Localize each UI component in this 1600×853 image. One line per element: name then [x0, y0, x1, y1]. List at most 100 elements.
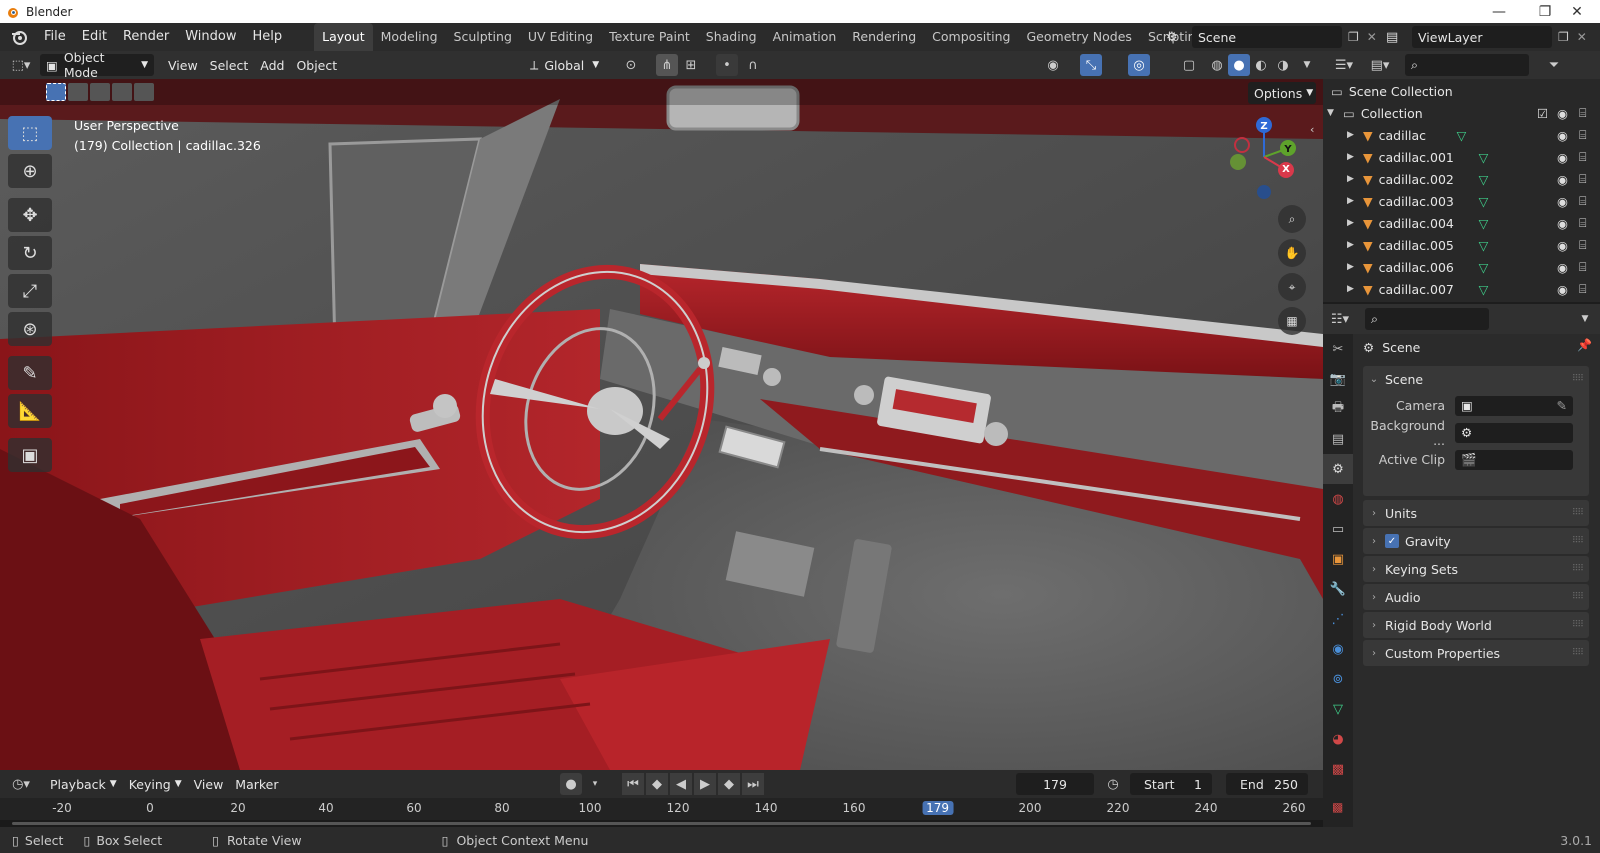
pin-icon[interactable]: 📌 [1577, 338, 1592, 352]
scene-tab-icon[interactable]: ⚙ [1323, 454, 1353, 484]
modifier-tab-icon[interactable]: 🔧 [1323, 574, 1353, 604]
camera-icon[interactable]: ⌸ [1579, 193, 1587, 209]
select-invert-icon[interactable] [112, 83, 132, 101]
drag-handle-icon[interactable]: ⠿⠿ [1572, 536, 1584, 546]
stopwatch-icon[interactable]: ◷ [1102, 773, 1124, 795]
orientation-dropdown[interactable]: ⟂ Global ▼ [524, 54, 605, 76]
outliner-row[interactable]: ▶ ▼ cadillac.006 ▽ ◉ ⌸ [1323, 256, 1600, 278]
custom-properties-panel[interactable]: › Custom Properties ⠿⠿ [1363, 640, 1589, 666]
expand-arrow-icon[interactable]: ▶ [1347, 262, 1363, 272]
tab-animation[interactable]: Animation [765, 23, 845, 51]
zoom-icon[interactable]: ⌕ [1278, 205, 1306, 233]
data-tab-icon[interactable]: ▽ [1323, 694, 1353, 724]
active-clip-field[interactable]: 🎬 [1455, 449, 1573, 470]
close-button[interactable]: ✕ [1554, 0, 1600, 23]
select-new-icon[interactable] [46, 83, 66, 101]
add-cube-tool-icon[interactable]: ▣ [8, 438, 52, 472]
proportional-edit-icon[interactable]: • [716, 54, 738, 76]
menu-view[interactable]: View [162, 54, 204, 76]
blender-menu-icon[interactable] [10, 28, 28, 46]
eye-icon[interactable]: ◉ [1557, 260, 1568, 275]
scale-tool-icon[interactable]: ⤢ [8, 274, 52, 308]
menu-select[interactable]: Select [204, 54, 255, 76]
visibility-icon[interactable]: ◉ [1042, 54, 1064, 76]
properties-editor-icon[interactable]: ☷▾ [1329, 308, 1351, 330]
tab-shading[interactable]: Shading [698, 23, 765, 51]
camera-field[interactable]: ▣ ✎ [1455, 395, 1573, 416]
expand-arrow-icon[interactable]: ▶ [1347, 130, 1363, 140]
select-subtract-icon[interactable] [90, 83, 110, 101]
menu-file[interactable]: File [36, 23, 74, 51]
expand-arrow-icon[interactable]: ▶ [1347, 284, 1363, 294]
chevron-down-icon[interactable]: ▼ [1574, 308, 1596, 330]
scene-panel-header[interactable]: ⌄ Scene ⠿⠿ [1363, 366, 1589, 392]
camera-icon[interactable]: ⌸ [1579, 171, 1587, 187]
current-frame-marker[interactable]: 179 [922, 801, 954, 815]
keying-sets-panel[interactable]: › Keying Sets ⠿⠿ [1363, 556, 1589, 582]
menu-keying[interactable]: Keying ▼ [123, 773, 188, 795]
eye-icon[interactable]: ◉ [1557, 128, 1568, 143]
rotate-tool-icon[interactable]: ↻ [8, 236, 52, 270]
render-tab-icon[interactable]: 📷 [1323, 364, 1353, 394]
world-tab-icon[interactable]: ◍ [1323, 484, 1353, 514]
camera-icon[interactable]: ⌸ [1579, 259, 1587, 275]
mode-dropdown[interactable]: ▣ Object Mode ▼ [40, 50, 154, 80]
select-intersect-icon[interactable] [134, 83, 154, 101]
physics-tab-icon[interactable]: ◉ [1323, 634, 1353, 664]
viewlayer-icon[interactable]: ▤ [1386, 30, 1412, 45]
next-keyframe-icon[interactable]: ◆ [718, 773, 740, 795]
end-frame-field[interactable]: End 250 [1226, 773, 1308, 795]
snap-icon[interactable]: ⋔ [656, 54, 678, 76]
eye-icon[interactable]: ◉ [1557, 216, 1568, 231]
chevron-down-icon[interactable]: ▾ [584, 773, 606, 795]
menu-playback[interactable]: Playback ▼ [44, 773, 123, 795]
duplicate-scene-icon[interactable]: ❐ [1348, 30, 1359, 44]
tab-geometry-nodes[interactable]: Geometry Nodes [1019, 23, 1140, 51]
tab-compositing[interactable]: Compositing [924, 23, 1018, 51]
measure-tool-icon[interactable]: 📐 [8, 394, 52, 428]
scene-selector[interactable]: Scene [1192, 26, 1342, 48]
particles-tab-icon[interactable]: ⋰ [1323, 604, 1353, 634]
outliner-row[interactable]: ▶ ▼ cadillac.004 ▽ ◉ ⌸ [1323, 212, 1600, 234]
outliner-row[interactable]: ▶ ▼ cadillac.007 ▽ ◉ ⌸ [1323, 278, 1600, 300]
jump-end-icon[interactable]: ⏭ [742, 773, 764, 795]
wireframe-shading-icon[interactable]: ◍ [1206, 54, 1228, 76]
display-mode-icon[interactable]: ▤▾ [1369, 54, 1391, 76]
properties-search[interactable]: ⌕ [1365, 308, 1489, 330]
texture-tab-icon[interactable]: ▩ [1323, 754, 1353, 784]
drag-handle-icon[interactable]: ⠿⠿ [1572, 564, 1584, 574]
camera-icon[interactable]: ⌸ [1579, 237, 1587, 253]
drag-handle-icon[interactable]: ⠿⠿ [1572, 592, 1584, 602]
play-icon[interactable]: ▶ [694, 773, 716, 795]
3d-viewport[interactable]: Options ▼ User Perspective (179) Collect… [0, 79, 1323, 770]
outliner-row[interactable]: ▶ ▼ cadillac ▽ ◉ ⌸ [1323, 124, 1600, 146]
outliner-row[interactable]: ▶ ▼ cadillac.005 ▽ ◉ ⌸ [1323, 234, 1600, 256]
snap-target-icon[interactable]: ⊞ [680, 54, 702, 76]
timeline-editor-icon[interactable]: ◷▾ [10, 773, 32, 795]
material-shading-icon[interactable]: ◐ [1250, 54, 1272, 76]
remove-viewlayer-icon[interactable]: ✕ [1577, 30, 1587, 44]
tab-uv-editing[interactable]: UV Editing [520, 23, 601, 51]
expand-arrow-icon[interactable]: ▼ [1327, 108, 1343, 118]
outliner-scene-collection[interactable]: ▭ Scene Collection [1323, 80, 1600, 102]
texture-icon[interactable]: ▩ [1332, 800, 1343, 814]
start-frame-field[interactable]: Start 1 [1130, 773, 1212, 795]
play-reverse-icon[interactable]: ◀ [670, 773, 692, 795]
view-layer-tab-icon[interactable]: ▤ [1323, 424, 1353, 454]
frame-ruler[interactable]: -20 0 20 40 60 80 100 120 140 160 179 200 220 240 260 [0, 798, 1323, 820]
material-tab-icon[interactable]: ◕ [1323, 724, 1353, 754]
tab-layout[interactable]: Layout [314, 23, 373, 51]
grid-toggle-icon[interactable]: ▦ [1278, 307, 1306, 335]
expand-arrow-icon[interactable]: ▶ [1347, 240, 1363, 250]
eyedropper-icon[interactable]: ✎ [1557, 398, 1567, 413]
timeline-scrollbar[interactable] [0, 820, 1323, 827]
camera-icon[interactable]: ⌸ [1579, 281, 1587, 297]
menu-render[interactable]: Render [115, 23, 177, 51]
camera-icon[interactable]: ⌸ [1579, 105, 1587, 121]
overlay-toggle-icon[interactable]: ◎ [1128, 54, 1150, 76]
expand-arrow-icon[interactable]: ▶ [1347, 152, 1363, 162]
eye-icon[interactable]: ◉ [1557, 150, 1568, 165]
menu-timeline-view[interactable]: View [188, 773, 230, 795]
drag-handle-icon[interactable]: ⠿⠿ [1572, 374, 1584, 384]
gravity-checkbox[interactable]: ✓ [1385, 534, 1399, 548]
